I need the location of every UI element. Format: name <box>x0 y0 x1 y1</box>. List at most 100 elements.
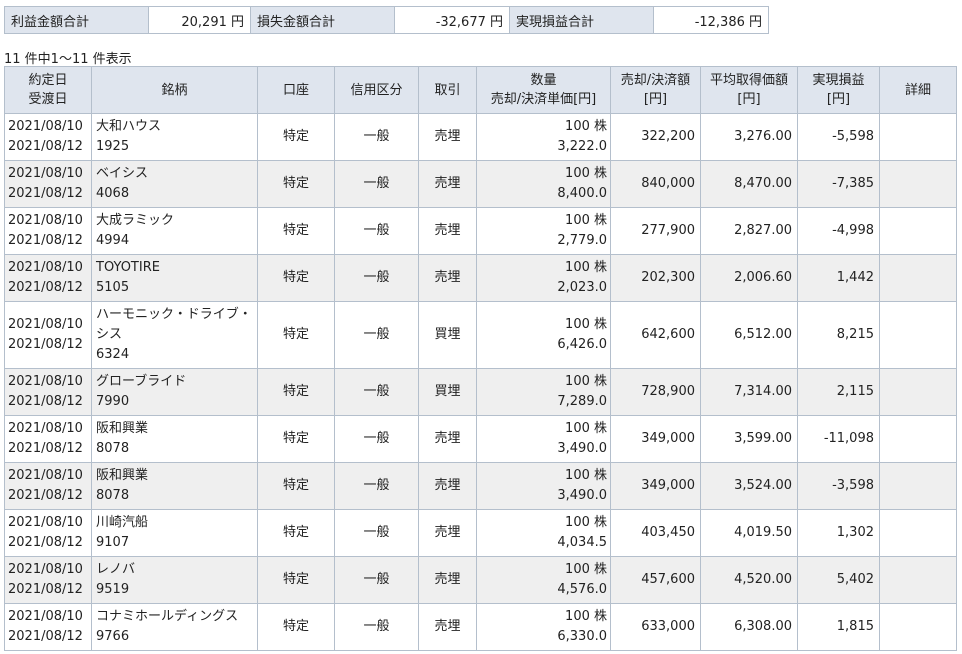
qty-cell: 100 株 4,034.5 <box>476 509 611 557</box>
credit-cell: 一般 <box>334 301 419 369</box>
quantity: 100 株 <box>565 609 607 624</box>
trade-date: 2021/08/10 <box>8 166 83 181</box>
security-cell: 大和ハウス 1925 <box>91 113 258 161</box>
summary-bar: 利益金額合計 20,291 円 損失金額合計 -32,677 円 実現損益合計 … <box>4 6 769 34</box>
account-cell: 特定 <box>257 207 335 255</box>
credit-cell: 一般 <box>334 462 419 510</box>
security-code: 9107 <box>96 535 130 550</box>
security-name: TOYOTIRE <box>96 260 160 275</box>
settle-date: 2021/08/12 <box>8 535 83 550</box>
amount-cell: 633,000 <box>610 603 701 651</box>
amount-cell: 457,600 <box>610 556 701 604</box>
credit-cell: 一般 <box>334 207 419 255</box>
table-row: 2021/08/10 2021/08/12 TOYOTIRE 5105 特定 一… <box>4 254 957 302</box>
realized-total-value: -12,386 円 <box>653 6 769 34</box>
settle-date: 2021/08/12 <box>8 233 83 248</box>
detail-cell[interactable] <box>879 301 957 369</box>
quantity: 100 株 <box>565 166 607 181</box>
trade-date: 2021/08/10 <box>8 374 83 389</box>
detail-cell[interactable] <box>879 207 957 255</box>
quantity: 100 株 <box>565 260 607 275</box>
header-pl-label: 実現損益 <box>812 73 865 88</box>
qty-cell: 100 株 8,400.0 <box>476 160 611 208</box>
detail-cell[interactable] <box>879 415 957 463</box>
credit-cell: 一般 <box>334 603 419 651</box>
security-cell: グローブライド 7990 <box>91 368 258 416</box>
account-cell: 特定 <box>257 113 335 161</box>
unit-price: 2,023.0 <box>557 280 607 295</box>
avg-cost-cell: 3,599.00 <box>700 415 798 463</box>
security-code: 8078 <box>96 441 130 456</box>
account-cell: 特定 <box>257 301 335 369</box>
realized-pl-cell: 5,402 <box>797 556 880 604</box>
detail-cell[interactable] <box>879 254 957 302</box>
header-dates: 約定日 受渡日 <box>4 66 92 114</box>
account-cell: 特定 <box>257 415 335 463</box>
detail-cell[interactable] <box>879 603 957 651</box>
avg-cost-cell: 8,470.00 <box>700 160 798 208</box>
date-cell: 2021/08/10 2021/08/12 <box>4 160 92 208</box>
header-amount-label: 売却/決済額 <box>620 73 691 88</box>
security-cell: 阪和興業 8078 <box>91 462 258 510</box>
security-cell: 大成ラミック 4994 <box>91 207 258 255</box>
avg-cost-cell: 3,524.00 <box>700 462 798 510</box>
qty-cell: 100 株 3,490.0 <box>476 415 611 463</box>
unit-price: 4,034.5 <box>557 535 607 550</box>
date-cell: 2021/08/10 2021/08/12 <box>4 509 92 557</box>
security-code: 5105 <box>96 280 130 295</box>
unit-price: 4,576.0 <box>557 582 607 597</box>
security-code: 9766 <box>96 629 130 644</box>
table-row: 2021/08/10 2021/08/12 川崎汽船 9107 特定 一般 売埋… <box>4 509 957 557</box>
realized-pl-cell: -4,998 <box>797 207 880 255</box>
detail-cell[interactable] <box>879 462 957 510</box>
avg-cost-cell: 6,512.00 <box>700 301 798 369</box>
date-cell: 2021/08/10 2021/08/12 <box>4 415 92 463</box>
security-cell: 阪和興業 8078 <box>91 415 258 463</box>
quantity: 100 株 <box>565 468 607 483</box>
trade-cell: 売埋 <box>418 603 477 651</box>
realized-pl-table: 約定日 受渡日 銘柄 口座 信用区分 取引 数量 売却/決済単価[円] 売却/決… <box>4 66 957 651</box>
table-row: 2021/08/10 2021/08/12 ハーモニック・ドライブ・シス 632… <box>4 301 957 369</box>
account-cell: 特定 <box>257 368 335 416</box>
loss-total-label: 損失金額合計 <box>250 6 395 34</box>
unit-price: 6,426.0 <box>557 337 607 352</box>
trade-cell: 売埋 <box>418 254 477 302</box>
security-code: 1925 <box>96 139 130 154</box>
detail-cell[interactable] <box>879 556 957 604</box>
trade-date: 2021/08/10 <box>8 421 83 436</box>
table-row: 2021/08/10 2021/08/12 大和ハウス 1925 特定 一般 売… <box>4 113 957 161</box>
header-trade: 取引 <box>418 66 477 114</box>
credit-cell: 一般 <box>334 509 419 557</box>
trade-date: 2021/08/10 <box>8 213 83 228</box>
qty-cell: 100 株 7,289.0 <box>476 368 611 416</box>
detail-cell[interactable] <box>879 160 957 208</box>
avg-cost-cell: 6,308.00 <box>700 603 798 651</box>
detail-cell[interactable] <box>879 368 957 416</box>
realized-pl-cell: -11,098 <box>797 415 880 463</box>
qty-cell: 100 株 3,222.0 <box>476 113 611 161</box>
unit-price: 7,289.0 <box>557 394 607 409</box>
header-settle-date: 受渡日 <box>28 92 68 107</box>
avg-cost-cell: 2,006.60 <box>700 254 798 302</box>
header-price-label: 売却/決済単価[円] <box>490 92 597 107</box>
settle-date: 2021/08/12 <box>8 394 83 409</box>
realized-pl-cell: 1,442 <box>797 254 880 302</box>
header-qty: 数量 売却/決済単価[円] <box>476 66 611 114</box>
avg-cost-cell: 2,827.00 <box>700 207 798 255</box>
settle-date: 2021/08/12 <box>8 441 83 456</box>
trade-date: 2021/08/10 <box>8 119 83 134</box>
header-account: 口座 <box>257 66 335 114</box>
unit-price: 3,490.0 <box>557 441 607 456</box>
date-cell: 2021/08/10 2021/08/12 <box>4 113 92 161</box>
detail-cell[interactable] <box>879 509 957 557</box>
security-code: 8078 <box>96 488 130 503</box>
account-cell: 特定 <box>257 603 335 651</box>
loss-total-value: -32,677 円 <box>394 6 510 34</box>
amount-cell: 349,000 <box>610 462 701 510</box>
detail-cell[interactable] <box>879 113 957 161</box>
amount-cell: 277,900 <box>610 207 701 255</box>
security-cell: コナミホールディングス 9766 <box>91 603 258 651</box>
unit-price: 8,400.0 <box>557 186 607 201</box>
trade-date: 2021/08/10 <box>8 260 83 275</box>
quantity: 100 株 <box>565 213 607 228</box>
